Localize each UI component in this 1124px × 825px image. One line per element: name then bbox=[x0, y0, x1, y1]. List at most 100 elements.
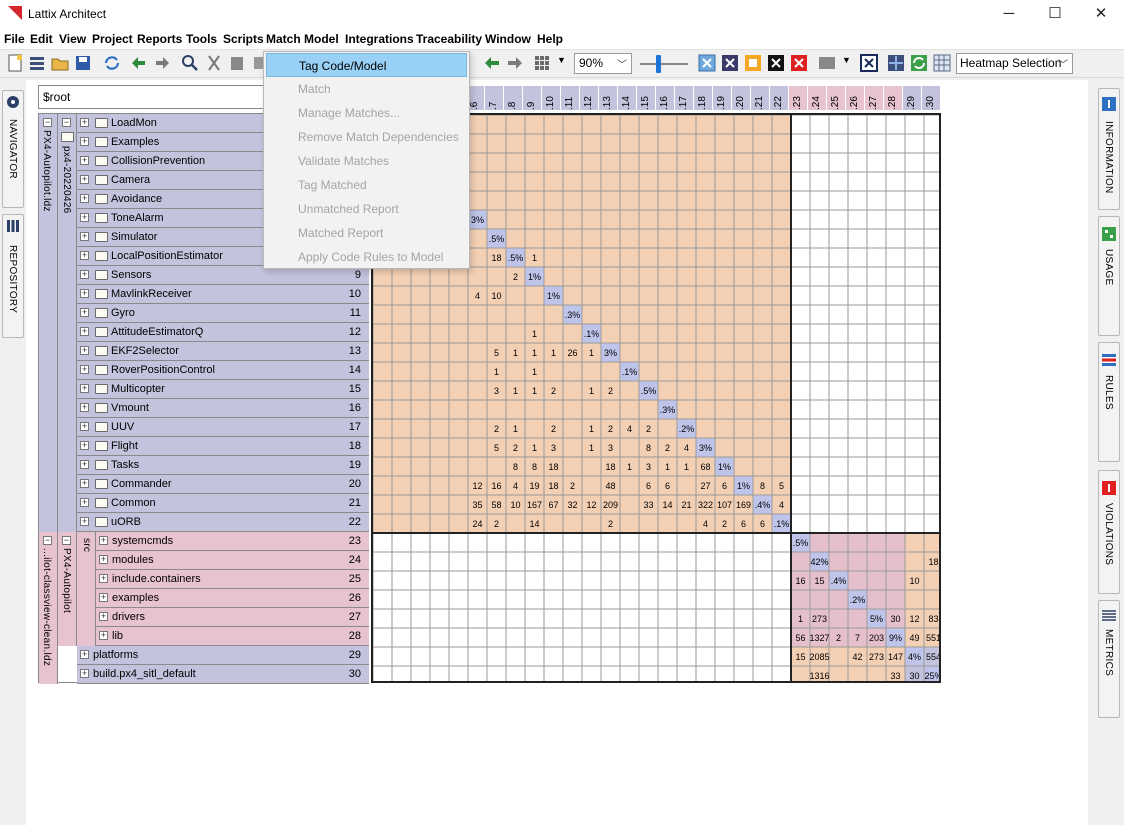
matrix-cell-value[interactable]: .4% bbox=[831, 576, 847, 586]
matrix-cell-value[interactable]: 2 bbox=[551, 424, 556, 434]
layers-icon[interactable] bbox=[28, 54, 46, 72]
matrix-cell-value[interactable]: 1 bbox=[532, 443, 537, 453]
matrix-cell-value[interactable]: 1 bbox=[513, 424, 518, 434]
matrix-cell-value[interactable]: .1% bbox=[622, 367, 638, 377]
matrix-cell-value[interactable]: 12 bbox=[472, 481, 482, 491]
matrix-cell-value[interactable]: 18 bbox=[491, 253, 501, 263]
matrix-cell-value[interactable]: 42 bbox=[852, 652, 862, 662]
matrix-cell-value[interactable]: 10 bbox=[510, 500, 520, 510]
matrix-cell-value[interactable]: 1 bbox=[665, 462, 670, 472]
matrix-cell-value[interactable]: 5 bbox=[779, 481, 784, 491]
menu-project[interactable]: Project bbox=[92, 32, 133, 46]
expand-icon[interactable]: + bbox=[99, 574, 108, 583]
menu-item-unmatched-report[interactable]: Unmatched Report bbox=[264, 197, 469, 221]
matrix-cell-value[interactable]: 5 bbox=[494, 443, 499, 453]
matrix-cell-value[interactable]: 16 bbox=[795, 576, 805, 586]
expand-icon[interactable]: + bbox=[80, 346, 89, 355]
collapse-icon[interactable]: − bbox=[43, 536, 52, 545]
matrix-cell-value[interactable]: 1 bbox=[589, 348, 594, 358]
tree-row-mavlinkreceiver[interactable]: + MavlinkReceiver 10 bbox=[77, 285, 369, 304]
close-button[interactable]: ✕ bbox=[1078, 0, 1124, 28]
expand-icon[interactable]: + bbox=[80, 650, 89, 659]
expand-icon[interactable]: + bbox=[99, 593, 108, 602]
column-header[interactable]: .23 bbox=[789, 86, 807, 110]
collapse-icon[interactable]: − bbox=[62, 536, 71, 545]
matrix-cell-value[interactable]: 1 bbox=[798, 614, 803, 624]
expand-icon[interactable]: + bbox=[80, 137, 89, 146]
matrix-cell-value[interactable]: .5% bbox=[641, 386, 657, 396]
matrix-cell-value[interactable]: .5% bbox=[489, 234, 505, 244]
matrix-cell-value[interactable]: .5% bbox=[508, 253, 524, 263]
menu-item-tag-matched[interactable]: Tag Matched bbox=[264, 173, 469, 197]
matrix-cell-value[interactable]: 21 bbox=[681, 500, 691, 510]
matrix-cell-value[interactable]: 167 bbox=[527, 500, 542, 510]
matrix-cell-value[interactable]: 15 bbox=[795, 652, 805, 662]
search-icon[interactable] bbox=[181, 54, 199, 72]
minimize-button[interactable]: ─ bbox=[986, 0, 1032, 28]
metrics-tab[interactable]: METRICS bbox=[1098, 600, 1120, 718]
matrix-cell-value[interactable]: 33 bbox=[643, 500, 653, 510]
matrix-cell-value[interactable]: 8 bbox=[532, 462, 537, 472]
expand-icon[interactable]: + bbox=[80, 118, 89, 127]
tree-row-commander[interactable]: + Commander 20 bbox=[77, 475, 369, 494]
column-header[interactable]: .10 bbox=[542, 86, 560, 110]
group-px4-20220426[interactable]: − px4-20220426 bbox=[58, 114, 77, 532]
tree-row-platforms[interactable]: + platforms 29 bbox=[77, 646, 369, 665]
tree-row-common[interactable]: + Common 21 bbox=[77, 494, 369, 513]
grid-view-icon[interactable] bbox=[533, 54, 551, 72]
tree-row-systemcmds[interactable]: + systemcmds 23 bbox=[96, 532, 369, 551]
menu-scripts[interactable]: Scripts bbox=[223, 32, 264, 46]
expand-icon[interactable]: + bbox=[80, 384, 89, 393]
matrix-cell-value[interactable]: 33 bbox=[890, 671, 900, 681]
matrix-cell-value[interactable]: 10 bbox=[491, 291, 501, 301]
matrix-cell-value[interactable]: 49 bbox=[909, 633, 919, 643]
forward-arrow-icon[interactable] bbox=[506, 54, 524, 72]
matrix-cell-value[interactable]: 26 bbox=[567, 348, 577, 358]
matrix-cell-value[interactable]: 4 bbox=[779, 500, 784, 510]
clear-marks-icon[interactable] bbox=[860, 54, 878, 72]
column-header[interactable]: .28 bbox=[884, 86, 902, 110]
matrix-cell-value[interactable]: 3 bbox=[494, 386, 499, 396]
matrix-cell-value[interactable]: 1 bbox=[551, 348, 556, 358]
matrix-cell-value[interactable]: 2 bbox=[608, 386, 613, 396]
tree-row-tasks[interactable]: + Tasks 19 bbox=[77, 456, 369, 475]
matrix-cell-value[interactable]: 1327 bbox=[809, 633, 829, 643]
matrix-cell-value[interactable]: 2085 bbox=[809, 652, 829, 662]
matrix-cell-value[interactable]: 1316 bbox=[809, 671, 829, 681]
column-header[interactable]: .7 bbox=[485, 86, 503, 110]
menu-reports[interactable]: Reports bbox=[137, 32, 182, 46]
matrix-cell-value[interactable]: 1% bbox=[547, 291, 560, 301]
navigator-tab[interactable]: NAVIGATOR bbox=[2, 90, 24, 208]
column-header[interactable]: .17 bbox=[675, 86, 693, 110]
matrix-cell-value[interactable]: 3% bbox=[471, 215, 484, 225]
menu-view[interactable]: View bbox=[59, 32, 86, 46]
matrix-cell-value[interactable]: 2 bbox=[722, 519, 727, 529]
matrix-cell-value[interactable]: 7 bbox=[855, 633, 860, 643]
expand-icon[interactable]: + bbox=[80, 441, 89, 450]
column-header[interactable]: .13 bbox=[599, 86, 617, 110]
matrix-cell-value[interactable]: 6 bbox=[722, 481, 727, 491]
group-classview-clean-ldz[interactable]: − ...ilot-classview-clean.ldz bbox=[39, 532, 58, 684]
tree-row-uorb[interactable]: + uORB 22 bbox=[77, 513, 369, 532]
expand-icon[interactable]: + bbox=[80, 156, 89, 165]
menu-item-validate-matches[interactable]: Validate Matches bbox=[264, 149, 469, 173]
matrix-cell-value[interactable]: 5 bbox=[494, 348, 499, 358]
column-header[interactable]: .14 bbox=[618, 86, 636, 110]
tree-row-vmount[interactable]: + Vmount 16 bbox=[77, 399, 369, 418]
tree-row-multicopter[interactable]: + Multicopter 15 bbox=[77, 380, 369, 399]
expand-icon[interactable]: + bbox=[80, 498, 89, 507]
highlight-orange-icon[interactable] bbox=[744, 54, 762, 72]
menu-tools[interactable]: Tools bbox=[186, 32, 217, 46]
column-header[interactable]: .20 bbox=[732, 86, 750, 110]
matrix-cell-value[interactable]: 25% bbox=[924, 671, 941, 681]
matrix-cell-value[interactable]: 4 bbox=[475, 291, 480, 301]
matrix-cell-value[interactable]: 18 bbox=[605, 462, 615, 472]
matrix-cell-value[interactable]: 30 bbox=[909, 671, 919, 681]
matrix-cell-value[interactable]: 209 bbox=[603, 500, 618, 510]
expand-icon[interactable]: + bbox=[80, 308, 89, 317]
matrix-cell-value[interactable]: 1 bbox=[589, 443, 594, 453]
matrix-cell-value[interactable]: 4 bbox=[703, 519, 708, 529]
menu-item-tag-code-model[interactable]: Tag Code/Model bbox=[266, 53, 467, 77]
matrix-cell-value[interactable]: 203 bbox=[869, 633, 884, 643]
matrix-cell-value[interactable]: 18 bbox=[548, 481, 558, 491]
